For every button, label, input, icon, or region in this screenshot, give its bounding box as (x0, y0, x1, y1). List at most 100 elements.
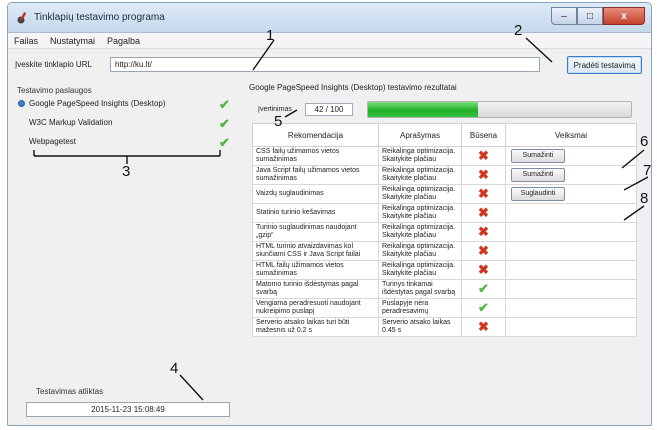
maximize-button[interactable]: □ (577, 7, 603, 25)
service-item[interactable]: Google PageSpeed Insights (Desktop) ✔ (18, 97, 238, 116)
score-value: 42 / 100 (305, 103, 353, 116)
table-row: Java Script failų užimamos vietos sumaži… (252, 165, 637, 185)
services-list: Google PageSpeed Insights (Desktop) ✔ W3… (18, 97, 238, 154)
cross-icon: ✖ (478, 319, 489, 334)
start-test-button[interactable]: Pradėti testavimą (567, 56, 642, 74)
table-row: Matomo turinio išdėstymas pagal svarbą Tu… (252, 279, 637, 299)
table-row: CSS failų užimamos vietos sumažinimas Rei… (252, 146, 637, 166)
description-cell: Puslapyje nėra peradresavimų (378, 298, 462, 318)
annotation-label-3: 3 (122, 163, 131, 180)
service-item[interactable]: W3C Markup Validation ✔ (18, 116, 238, 135)
annotation-label-6: 6 (640, 133, 649, 150)
actions-cell (505, 298, 637, 318)
recommendation-cell: Vaizdų suglaudinimas (252, 184, 379, 204)
recommendation-cell: Serverio atsako laikas turi būti mažesni… (252, 317, 379, 337)
column-header-recommendation: Rekomendacija (252, 123, 379, 147)
recommendation-cell: HTML failų užimamos vietos sumažinimas (252, 260, 379, 280)
selected-radio-icon (18, 100, 25, 107)
recommendation-cell: Java Script failų užimamos vietos sumaži… (252, 165, 379, 185)
recommendation-cell: Statinio turinio kešavimas (252, 203, 379, 223)
table-header: Rekomendacija Aprašymas Būsena Veiksmai (252, 123, 637, 147)
app-icon (17, 12, 27, 24)
actions-cell (505, 260, 637, 280)
action-button[interactable]: Sumažinti (511, 168, 565, 182)
description-cell: Reikalinga optimizacija. Skaitykite plač… (378, 203, 462, 223)
url-input[interactable] (110, 57, 540, 72)
actions-cell (505, 203, 637, 223)
state-cell: ✖ (461, 241, 506, 261)
column-header-description: Aprašymas (378, 123, 462, 147)
state-cell: ✔ (461, 298, 506, 318)
state-cell: ✖ (461, 317, 506, 337)
annotation-label-8: 8 (640, 190, 649, 207)
menu-file[interactable]: Failas (14, 36, 38, 46)
actions-cell: Sumažinti (505, 165, 637, 185)
recommendation-cell: Matomo turinio išdėstymas pagal svarbą (252, 279, 379, 299)
table-row: Turinio suglaudinimas naudojant „gzip“ Re… (252, 222, 637, 242)
description-cell: Reikalinga optimizacija. Skaitykite plač… (378, 146, 462, 166)
menu-settings[interactable]: Nustatymai (50, 36, 95, 46)
state-cell: ✖ (461, 260, 506, 280)
action-button[interactable]: Suglaudinti (511, 187, 565, 201)
annotation-label-1: 1 (266, 27, 275, 44)
annotation-label-5: 5 (274, 113, 283, 130)
actions-cell: Sumažinti (505, 146, 637, 166)
check-icon: ✔ (219, 135, 230, 150)
annotation-label-7: 7 (643, 162, 652, 179)
results-table: Rekomendacija Aprašymas Būsena Veiksmai … (252, 123, 637, 337)
state-cell: ✖ (461, 146, 506, 166)
cross-icon: ✖ (478, 205, 489, 220)
test-date-field: 2015-11-23 15:08:49 (26, 402, 230, 417)
actions-cell (505, 241, 637, 261)
state-cell: ✔ (461, 279, 506, 299)
menu-bar: Failas Nustatymai Pagalba (8, 33, 651, 49)
state-cell: ✖ (461, 203, 506, 223)
service-name: Webpagetest (29, 137, 76, 146)
test-date-label: Testavimas atliktas (36, 387, 104, 396)
close-button[interactable]: x (603, 7, 645, 25)
description-cell: Turinys tinkamai išdėstytas pagal svarbą (378, 279, 462, 299)
service-item[interactable]: Webpagetest ✔ (18, 135, 238, 154)
services-label: Testavimo paslaugos (17, 86, 92, 95)
recommendation-cell: Turinio suglaudinimas naudojant „gzip“ (252, 222, 379, 242)
minimize-button[interactable]: – (551, 7, 577, 25)
score-progress-fill (368, 102, 479, 117)
menu-help[interactable]: Pagalba (107, 36, 140, 46)
table-row: Vengiama peradresuoti naudojant nukreipi… (252, 298, 637, 318)
check-icon: ✔ (219, 97, 230, 112)
actions-cell (505, 279, 637, 299)
check-icon: ✔ (219, 116, 230, 131)
results-title: Google PageSpeed Insights (Desktop) test… (249, 83, 457, 92)
description-cell: Reikalinga optimizacija. Skaitykite plač… (378, 165, 462, 185)
table-row: HTML turinio atvaizdavimas kol siunčiami… (252, 241, 637, 261)
check-icon: ✔ (478, 300, 489, 315)
window-title: Tinklapių testavimo programa (34, 12, 165, 23)
description-cell: Reikalinga optimizacija. Skaitykite plač… (378, 260, 462, 280)
actions-cell (505, 222, 637, 242)
action-button[interactable]: Sumažinti (511, 149, 565, 163)
annotation-label-2: 2 (514, 22, 523, 39)
cross-icon: ✖ (478, 186, 489, 201)
actions-cell: Suglaudinti (505, 184, 637, 204)
table-row: Statinio turinio kešavimas Reikalinga opt… (252, 203, 637, 223)
state-cell: ✖ (461, 222, 506, 242)
score-label: Įvertinimas (258, 106, 292, 113)
url-row: Įveskite tinklapio URL Pradėti testavimą (7, 54, 652, 76)
description-cell: Reikalinga optimizacija. Skaitykite plač… (378, 222, 462, 242)
check-icon: ✔ (478, 281, 489, 296)
table-row: HTML failų užimamos vietos sumažinimas Re… (252, 260, 637, 280)
state-cell: ✖ (461, 184, 506, 204)
state-cell: ✖ (461, 165, 506, 185)
column-header-actions: Veiksmai (505, 123, 637, 147)
window-controls: – □ x (551, 7, 645, 25)
table-row: Serverio atsako laikas turi būti mažesni… (252, 317, 637, 337)
score-progress-bar (367, 101, 632, 118)
description-cell: Serverio atsako laikas 0.45 s (378, 317, 462, 337)
annotation-label-4: 4 (170, 360, 179, 377)
recommendation-cell: CSS failų užimamos vietos sumažinimas (252, 146, 379, 166)
cross-icon: ✖ (478, 224, 489, 239)
description-cell: Reikalinga optimizacija. Skaitykite plač… (378, 241, 462, 261)
url-label: Įveskite tinklapio URL (15, 60, 92, 69)
cross-icon: ✖ (478, 243, 489, 258)
recommendation-cell: HTML turinio atvaizdavimas kol siunčiami… (252, 241, 379, 261)
